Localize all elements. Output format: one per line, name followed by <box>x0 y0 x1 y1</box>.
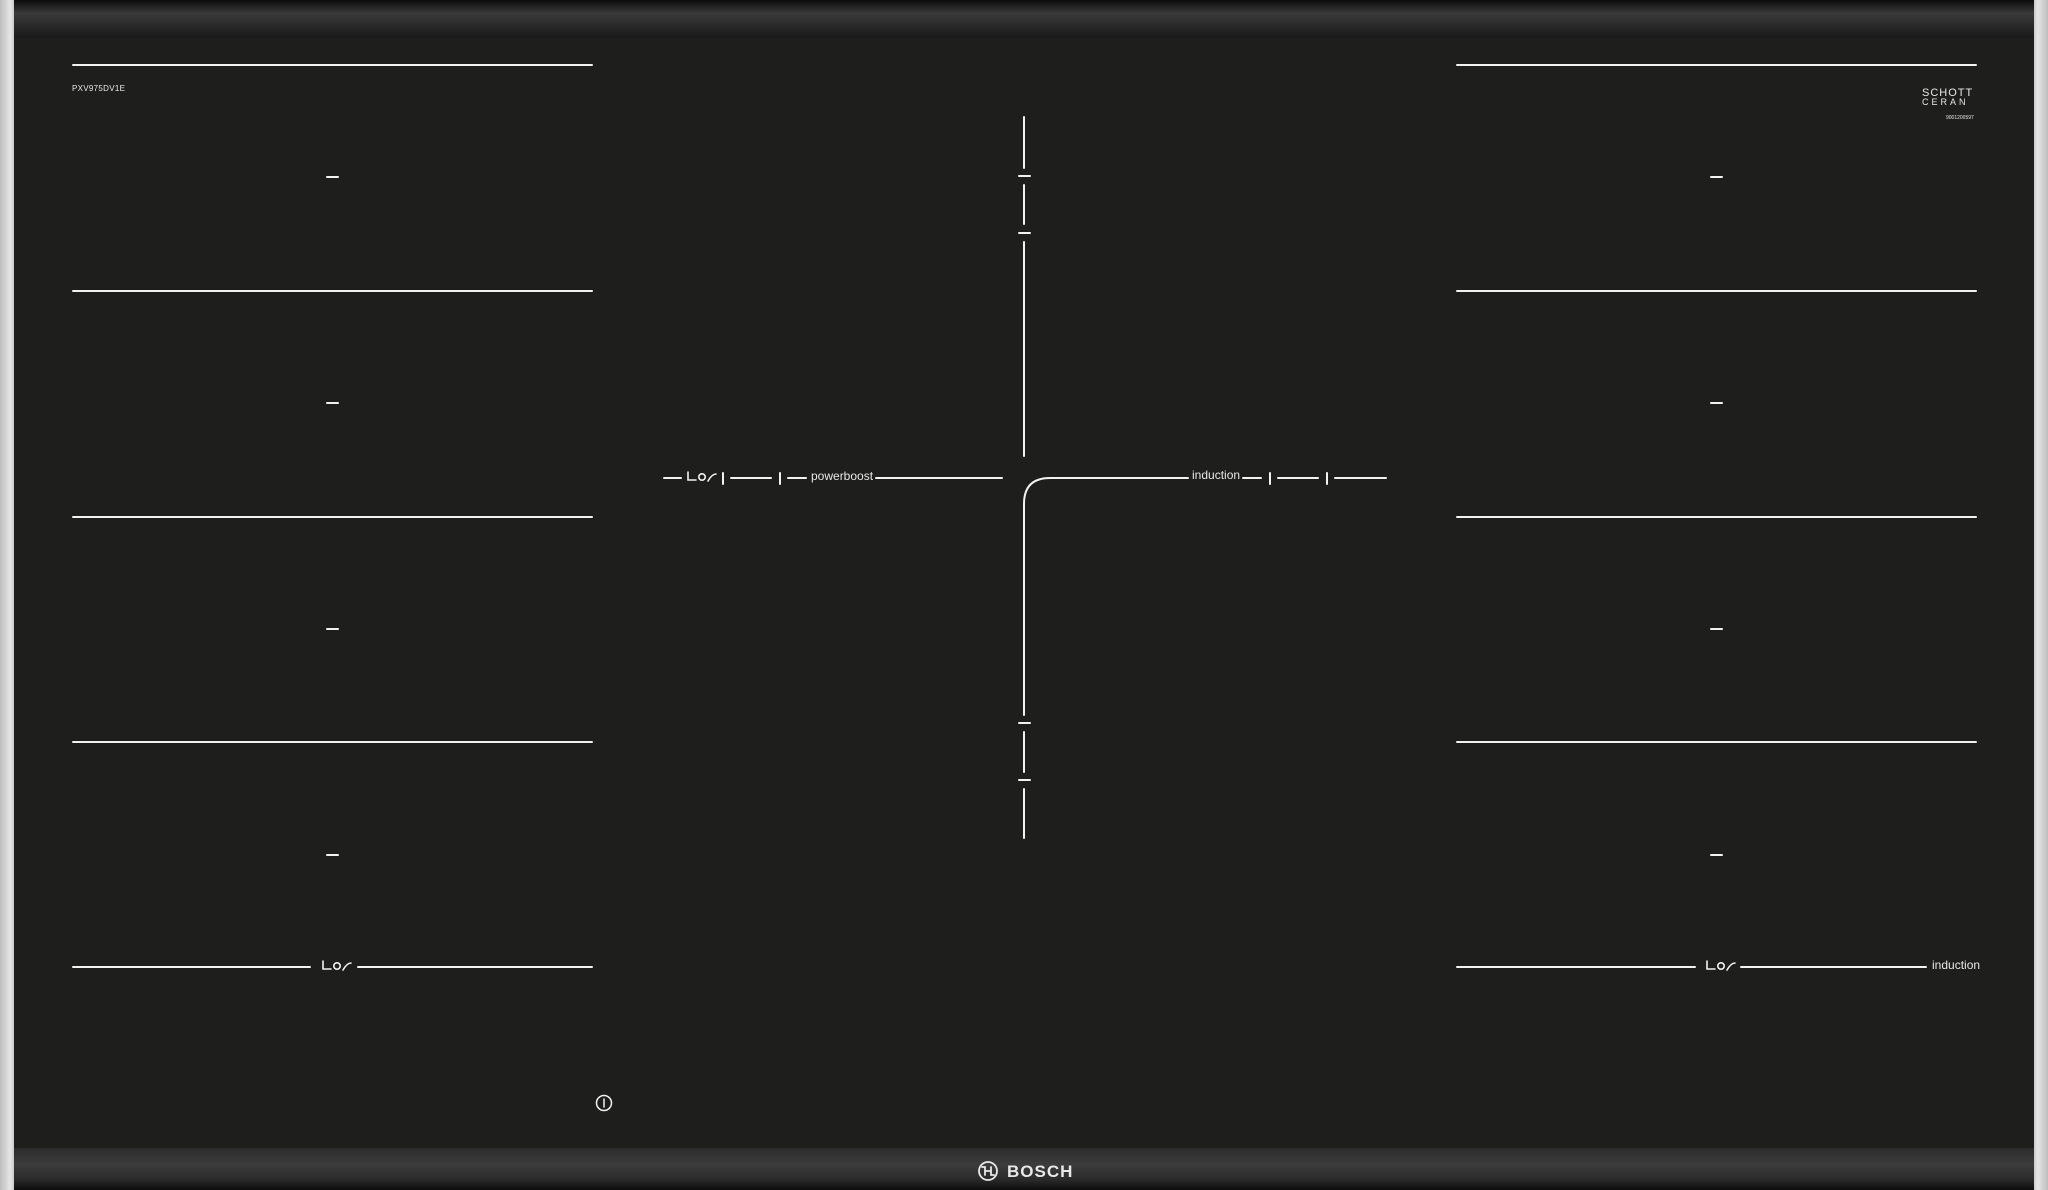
induction-right-label: induction <box>1932 958 1980 972</box>
ceran-label: CERAN <box>1922 97 1969 107</box>
flex-zone-icon <box>322 960 352 971</box>
center-vertical-top <box>1018 116 1031 457</box>
cooktop-markings: PXV975DV1E SCHOTT CERAN 9001200597 power… <box>72 64 1980 1181</box>
glass-code: 9001200597 <box>1946 115 1974 121</box>
left-zone-lines <box>72 64 593 968</box>
induction-center-label: induction <box>1192 468 1240 482</box>
brand-name: BOSCH <box>1007 1162 1073 1181</box>
right-zone-lines <box>1456 64 1977 968</box>
powerboost-label: powerboost <box>811 469 874 483</box>
info-icon[interactable] <box>595 1094 613 1112</box>
bosch-armature-icon <box>978 1161 998 1181</box>
center-horizontal-right <box>1242 472 1387 485</box>
flex-zone-icon <box>1706 960 1736 971</box>
center-corner-curve <box>1018 477 1189 839</box>
model-number: PXV975DV1E <box>72 84 125 93</box>
flex-zone-icon <box>687 471 717 482</box>
